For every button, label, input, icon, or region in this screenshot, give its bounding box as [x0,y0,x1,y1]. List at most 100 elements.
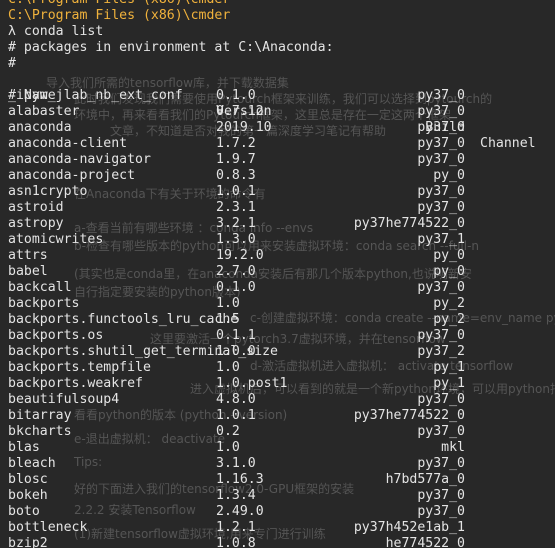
package-build: py37_1 [417,232,465,247]
package-name: alabaster [8,104,80,119]
package-version: 1.0 [216,296,240,311]
package-build: py37_2 [417,344,465,359]
package-build: py37_0 [417,504,465,519]
package-name: asn1crypto [8,184,88,199]
package-name: backcall [8,280,72,295]
package-name: anaconda [8,120,72,135]
package-version: 2.49.0 [216,504,264,519]
command-line[interactable]: λ conda list [8,24,555,40]
package-version: 1.0.post1 [216,376,288,391]
package-build: py37_0 [417,280,465,295]
package-version: 1.3.0 [216,232,256,247]
table-row: backports.tempfile 1.0 py_1 [8,360,555,376]
package-build: he774522_0 [385,536,465,548]
package-version: 3.1.0 [216,456,256,471]
package-version: 1.0.1 [216,408,256,423]
package-name: bottleneck [8,520,88,535]
package-name: backports [8,296,80,311]
package-build: py37_0 [417,392,465,407]
package-name: astroid [8,200,64,215]
package-name: anaconda-navigator [8,152,151,167]
package-version: 1.7.2 [216,136,256,151]
package-build: py_1 [433,376,465,391]
package-version: 4.8.0 [216,392,256,407]
package-name: anaconda-client [8,136,128,151]
table-row: anaconda 2019.10 py37_0 [8,120,555,136]
package-name: babel [8,264,48,279]
table-row: bokeh 1.3.4 py37_0 [8,488,555,504]
package-version: 1.3.4 [216,488,256,503]
package-build: mkl [441,440,465,455]
table-row: bitarray 1.0.1 py37he774522_0 [8,408,555,424]
prompt-path: C:\Program Files (x86)\cmder [8,8,231,23]
comment-line: # [8,56,16,71]
package-name: beautifulsoup4 [8,392,120,407]
package-version: 0.8.3 [216,168,256,183]
table-row: beautifulsoup4 4.8.0 py37_0 [8,392,555,408]
package-build: py37_0 [417,488,465,503]
table-row: babel 2.7.0 py_0 [8,264,555,280]
package-name: _ipyw_jlab_nb_ext_conf [8,88,183,103]
table-row: bkcharts 0.2 py37_0 [8,424,555,440]
package-name: anaconda-project [8,168,136,183]
table-row: anaconda-navigator 1.9.7 py37_0 [8,152,555,168]
package-version: 1.5 [216,312,240,327]
package-build: py37he774522_0 [353,408,465,423]
table-row: backports 1.0 py_2 [8,296,555,312]
package-name: bzip2 [8,536,48,548]
table-row: atomicwrites 1.3.0 py37_1 [8,232,555,248]
package-name: blosc [8,472,48,487]
table-row: alabaster 0.7.12 py37_0 [8,104,555,120]
package-name: bkcharts [8,424,72,439]
package-build: py37_0 [417,136,465,151]
package-build: py37_0 [417,200,465,215]
package-version: 0.7.12 [216,104,264,119]
package-version: 0.1.1 [216,328,256,343]
table-row: backports.shutil_get_terminal_size 1.0.0 p… [8,344,555,360]
table-row: backcall 0.1.0 py37_0 [8,280,555,296]
package-list: _ipyw_jlab_nb_ext_conf 0.1.0 py37_0 alabast… [8,88,555,548]
package-version: 2.7.0 [216,264,256,279]
prompt-path: C:\Program Files (x86)\cmder [8,0,555,8]
table-row: _ipyw_jlab_nb_ext_conf 0.1.0 py37_0 [8,88,555,104]
package-build: py37_0 [417,456,465,471]
table-row: blosc 1.16.3 h7bd577a_0 [8,472,555,488]
table-row: anaconda-client 1.7.2 py37_0 [8,136,555,152]
package-build: py_2 [433,296,465,311]
package-name: backports.tempfile [8,360,151,375]
package-name: atomicwrites [8,232,104,247]
package-version: 1.0 [216,360,240,375]
package-build: py37_0 [417,328,465,343]
table-header: # Name Version Build Channel [8,72,555,151]
package-version: 2019.10 [216,120,272,135]
package-version: 1.2.1 [216,520,256,535]
package-version: 0.2 [216,424,240,439]
table-row: astroid 2.3.1 py37_0 [8,200,555,216]
package-build: h7bd577a_0 [385,472,465,487]
package-version: 1.0.8 [216,536,256,548]
package-version: 1.0 [216,440,240,455]
package-build: py_1 [433,360,465,375]
package-version: 1.9.7 [216,152,256,167]
package-name: bokeh [8,488,48,503]
table-row: backports.functools_lru_cache 1.5 py_2 [8,312,555,328]
package-build: py37_0 [417,152,465,167]
package-version: 2.3.1 [216,200,256,215]
terminal-window[interactable]: 导入我们所需的tensorflow库，并下载数据集 此时我们发现我们需要使用Py… [0,0,555,548]
package-version: 1.0.1 [216,184,256,199]
table-row: backports.os 0.1.1 py37_0 [8,328,555,344]
package-version: 0.1.0 [216,280,256,295]
package-name: attrs [8,248,48,263]
terminal-output: C:\Program Files (x86)\cmder C:\Program … [0,0,555,548]
package-name: bitarray [8,408,72,423]
table-row: astropy 3.2.1 py37he774522_0 [8,216,555,232]
package-name: backports.functools_lru_cache [8,312,239,327]
package-version: 1.16.3 [216,472,264,487]
package-build: py37h452e1ab_1 [353,520,465,535]
package-build: py_0 [433,264,465,279]
package-build: py37_0 [417,120,465,135]
environment-line: # packages in environment at C:\Anaconda… [8,40,334,55]
package-build: py37he774522_0 [353,216,465,231]
table-row: blas 1.0 mkl [8,440,555,456]
table-row: asn1crypto 1.0.1 py37_0 [8,184,555,200]
